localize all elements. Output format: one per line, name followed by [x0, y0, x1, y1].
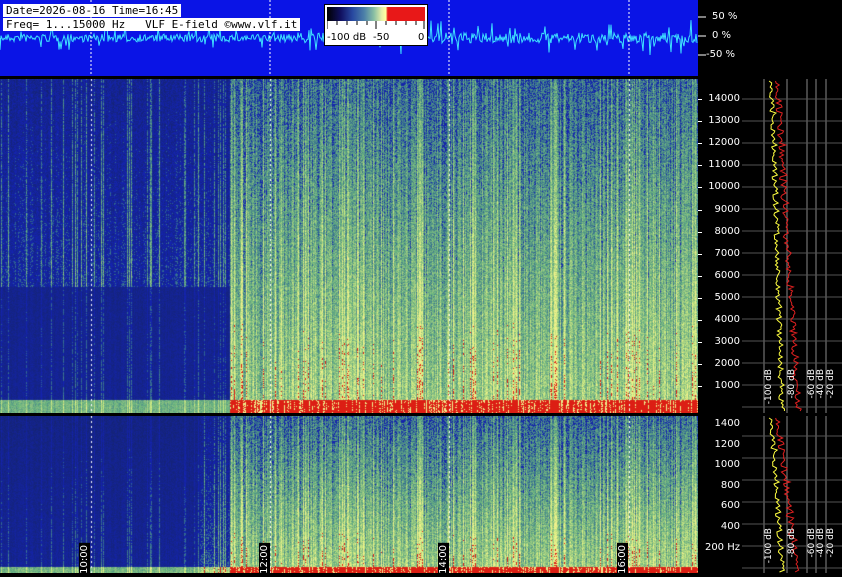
spectrum-panel-upper: -100 dB -80 dB -60 dB -40 dB -20 dB: [742, 79, 842, 413]
db-label-lower-40: -40 dB: [816, 528, 826, 558]
spectrogram-lower-canvas: [0, 416, 698, 573]
freq-label-lower: 600: [720, 500, 740, 512]
freq-label-upper: 13000: [708, 115, 740, 127]
spectrogram-lower: [0, 416, 698, 573]
frequency-info-label: Freq= 1...15000 Hz VLF E-field ©www.vlf.…: [3, 18, 301, 31]
freq-tick: [698, 364, 702, 366]
db-label-lower-80: -80 dB: [787, 528, 797, 558]
colorbar-label-max: 0: [418, 32, 425, 43]
freq-label-upper: 10000: [708, 181, 740, 193]
freq-tick: [698, 187, 702, 189]
freq-label-upper: 9000: [714, 203, 740, 215]
spectrogram-upper: [0, 79, 698, 413]
freq-tick: [698, 143, 702, 145]
freq-tick: [698, 320, 702, 321]
spectrum-panel-lower: -100 dB -80 dB -60 dB -40 dB -20 dB: [742, 416, 842, 573]
freq-label-upper: 3000: [714, 336, 740, 348]
freq-label-upper: 5000: [714, 291, 740, 303]
db-label-lower-20: -20 dB: [826, 528, 836, 558]
time-label-1600: 16:00: [617, 543, 628, 576]
freq-label-upper: 4000: [714, 314, 740, 325]
freq-label-upper: 1000: [714, 380, 740, 392]
freq-label-upper: 14000: [708, 93, 740, 104]
freq-label-upper: 12000: [708, 137, 740, 149]
freq-label-lower: 1400: [714, 418, 740, 429]
freq-tick: [698, 165, 702, 167]
freq-label-upper: 11000: [708, 159, 740, 171]
waveform-strip: Date=2026-08-16 Time=16:45 Freq= 1...150…: [0, 0, 698, 76]
db-label-upper-20: -20 dB: [826, 369, 836, 399]
freq-label-lower: 1000: [714, 459, 740, 471]
scale-label-minus50: -50 %: [706, 49, 736, 60]
db-label-upper-100: -100 dB: [764, 369, 774, 405]
freq-tick: [698, 386, 702, 388]
freq-label-upper: 7000: [714, 247, 740, 259]
freq-tick: [698, 253, 702, 255]
date-time-label: Date=2026-08-16 Time=16:45: [3, 4, 182, 17]
freq-label-lower: 800: [720, 479, 740, 491]
spectrum-plot-upper: [742, 79, 842, 413]
freq-tick: [698, 121, 702, 123]
freq-label-upper: 8000: [714, 225, 740, 237]
colorbar-ticks: [327, 21, 425, 29]
time-label-1200: 12:00: [259, 543, 270, 576]
freq-label-lower: 400: [720, 521, 740, 532]
waveform-scale-panel: 50 % 0 % -50 %: [698, 0, 842, 76]
spectrogram-upper-canvas: [0, 79, 698, 413]
freq-tick: [698, 99, 702, 100]
time-label-1400: 14:00: [438, 543, 449, 576]
freq-label-lower: 1200: [714, 438, 740, 450]
db-label-upper-80: -80 dB: [787, 369, 797, 399]
time-label-1000: 10:00: [79, 543, 90, 576]
db-label-lower-100: -100 dB: [764, 528, 774, 564]
scale-label-0: 0 %: [712, 30, 732, 41]
freq-tick: [698, 342, 702, 344]
frequency-axis-upper: 14000 13000 12000 11000 10000 9000 8000 7000 600…: [698, 79, 742, 413]
db-label-upper-40: -40 dB: [816, 369, 826, 399]
colorbar-label-min: -100 dB: [327, 32, 367, 43]
freq-label-upper: 6000: [714, 269, 740, 281]
freq-label-upper: 2000: [714, 358, 740, 370]
frequency-axis-lower: 1400 1200 1000 800 600 400 200 Hz: [698, 416, 742, 573]
freq-tick: [698, 275, 702, 277]
freq-tick: [698, 209, 702, 211]
scale-label-50: 50 %: [712, 11, 738, 22]
colorbar-label-mid: -50: [373, 32, 390, 43]
colorbar-gradient: [327, 7, 425, 21]
freq-label-lower: 200 Hz: [704, 541, 740, 553]
colorbar: -100 dB -50 0: [324, 4, 428, 46]
freq-tick: [698, 297, 702, 299]
freq-tick: [698, 231, 702, 233]
